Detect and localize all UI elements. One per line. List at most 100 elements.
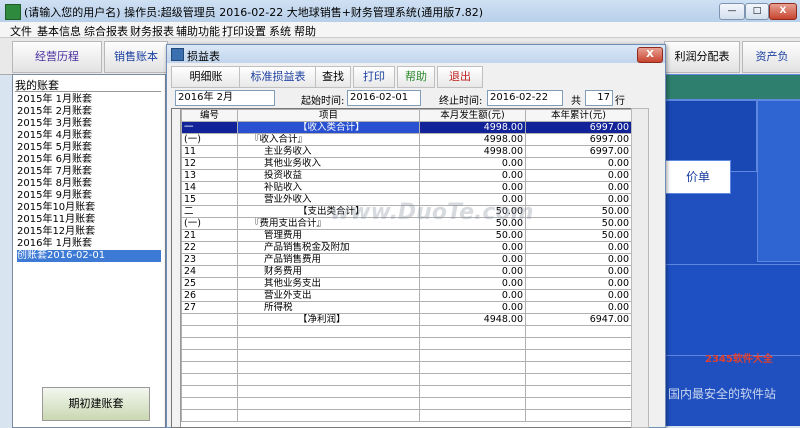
cell-item[interactable]: 财务费用 xyxy=(237,265,420,278)
cell-item[interactable]: 补贴收入 xyxy=(237,181,420,194)
cell-item[interactable]: 所得税 xyxy=(237,301,420,314)
cell-month[interactable]: 0.00 xyxy=(419,265,526,278)
cell-year[interactable]: 6947.00 xyxy=(525,313,632,326)
table-row[interactable]: 13 投资收益 0.00 0.00 xyxy=(181,169,632,182)
cell-year[interactable]: 0.00 xyxy=(525,241,632,254)
menu-system[interactable]: 系统 xyxy=(269,23,291,39)
cell-year[interactable]: 6997.00 xyxy=(525,145,632,158)
cell-code[interactable]: 13 xyxy=(181,169,238,182)
close-button[interactable]: X xyxy=(769,3,797,20)
dialog-close-button[interactable]: X xyxy=(637,47,663,63)
list-item[interactable]: 2015年 1月账套 xyxy=(17,94,161,106)
find-button[interactable]: 查找 xyxy=(315,66,351,88)
table-row[interactable]: 24 财务费用 0.00 0.00 xyxy=(181,265,632,278)
maximize-button[interactable]: □ xyxy=(745,3,769,20)
table-row[interactable]: 一【收入类合计】 4998.00 6997.00 xyxy=(181,121,632,134)
col-header-month[interactable]: 本月发生额(元) xyxy=(419,109,526,122)
cell-code[interactable]: 27 xyxy=(181,301,238,314)
table-row[interactable]: (一) 『收入合计』 4998.00 6997.00 xyxy=(181,133,632,146)
menu-help[interactable]: 帮助 xyxy=(294,23,316,39)
cell-year[interactable]: 50.00 xyxy=(525,205,632,218)
history-button[interactable]: 经营历程 xyxy=(12,41,102,73)
table-row[interactable]: 27 所得税 0.00 0.00 xyxy=(181,301,632,314)
cell-item[interactable]: 【收入类合计】 xyxy=(237,121,420,134)
cell-year[interactable]: 6997.00 xyxy=(525,121,632,134)
cell-item[interactable]: 产品销售费用 xyxy=(237,253,420,266)
cell-month[interactable]: 4998.00 xyxy=(419,121,526,134)
list-item[interactable]: 2015年 9月账套 xyxy=(17,190,161,202)
list-item[interactable]: 2015年 5月账套 xyxy=(17,142,161,154)
tab-detail-ledger[interactable]: 明细账 xyxy=(171,66,241,88)
start-date-field[interactable]: 2016-02-01 xyxy=(347,90,421,106)
cell-year[interactable]: 0.00 xyxy=(525,289,632,302)
table-row[interactable]: 21 管理费用 50.00 50.00 xyxy=(181,229,632,242)
cell-month[interactable]: 0.00 xyxy=(419,241,526,254)
cell-year[interactable]: 0.00 xyxy=(525,181,632,194)
cell-month[interactable]: 0.00 xyxy=(419,181,526,194)
table-row[interactable]: 23 产品销售费用 0.00 0.00 xyxy=(181,253,632,266)
cell-year[interactable]: 0.00 xyxy=(525,277,632,290)
help-button[interactable]: 帮助 xyxy=(397,66,435,88)
cell-month[interactable]: 0.00 xyxy=(419,253,526,266)
list-item[interactable]: 2015年12月账套 xyxy=(17,226,161,238)
list-item-selected[interactable]: 创账套2016-02-01 xyxy=(17,250,161,262)
cell-code[interactable]: 15 xyxy=(181,193,238,206)
exit-button[interactable]: 退出 xyxy=(437,66,483,88)
cell-code[interactable]: 二 xyxy=(181,205,238,218)
cell-month[interactable]: 0.00 xyxy=(419,157,526,170)
menu-reports[interactable]: 综合报表 xyxy=(84,23,128,39)
list-item[interactable]: 2015年10月账套 xyxy=(17,202,161,214)
menu-tools[interactable]: 辅助功能 xyxy=(176,23,220,39)
cell-code[interactable]: 11 xyxy=(181,145,238,158)
list-item[interactable]: 2015年11月账套 xyxy=(17,214,161,226)
cell-year[interactable]: 0.00 xyxy=(525,169,632,182)
end-date-field[interactable]: 2016-02-22 xyxy=(487,90,563,106)
period-field[interactable]: 2016年 2月 xyxy=(175,90,275,106)
cell-year[interactable]: 50.00 xyxy=(525,229,632,242)
cell-code[interactable]: (一) xyxy=(181,133,238,146)
cell-year[interactable]: 0.00 xyxy=(525,265,632,278)
minimize-button[interactable]: — xyxy=(719,3,745,20)
list-item[interactable]: 2015年 7月账套 xyxy=(17,166,161,178)
cell-code[interactable]: 23 xyxy=(181,253,238,266)
menu-print-settings[interactable]: 打印设置 xyxy=(222,23,266,39)
price-list-tile[interactable]: 价单 xyxy=(665,160,731,194)
cell-item[interactable]: 『收入合计』 xyxy=(237,133,420,146)
cell-code[interactable]: 一 xyxy=(181,121,238,134)
cell-year[interactable]: 0.00 xyxy=(525,193,632,206)
cell-year[interactable]: 6997.00 xyxy=(525,133,632,146)
cell-month[interactable]: 0.00 xyxy=(419,169,526,182)
print-button[interactable]: 打印 xyxy=(353,66,395,88)
cell-code[interactable]: 14 xyxy=(181,181,238,194)
table-row[interactable]: 12 其他业务收入 0.00 0.00 xyxy=(181,157,632,170)
col-header-code[interactable]: 编号 xyxy=(181,109,238,122)
cell-month[interactable]: 4948.00 xyxy=(419,313,526,326)
list-item[interactable]: 2015年 6月账套 xyxy=(17,154,161,166)
cell-item[interactable]: 其他业务收入 xyxy=(237,157,420,170)
col-header-item[interactable]: 项目 xyxy=(237,109,420,122)
table-row[interactable]: 14 补贴收入 0.00 0.00 xyxy=(181,181,632,194)
tab-standard-statement[interactable]: 标准损益表 xyxy=(239,66,317,88)
cell-code[interactable] xyxy=(181,313,238,326)
cell-code[interactable]: 12 xyxy=(181,157,238,170)
cell-code[interactable]: 22 xyxy=(181,241,238,254)
list-item[interactable]: 2016年 1月账套 xyxy=(17,238,161,250)
initial-account-button[interactable]: 期初建账套 xyxy=(42,387,150,421)
cell-item[interactable]: 管理费用 xyxy=(237,229,420,242)
cell-code[interactable]: 26 xyxy=(181,289,238,302)
cell-code[interactable]: 21 xyxy=(181,229,238,242)
assets-button[interactable]: 资产负 xyxy=(742,41,800,73)
list-item[interactable]: 2015年 8月账套 xyxy=(17,178,161,190)
grid-scrollbar[interactable] xyxy=(631,108,649,428)
col-header-year[interactable]: 本年累计(元) xyxy=(525,109,632,122)
cell-item[interactable]: 营业外支出 xyxy=(237,289,420,302)
cell-month[interactable]: 50.00 xyxy=(419,229,526,242)
list-item[interactable]: 2015年 3月账套 xyxy=(17,118,161,130)
cell-year[interactable]: 0.00 xyxy=(525,157,632,170)
cell-month[interactable]: 0.00 xyxy=(419,301,526,314)
table-row[interactable]: 11 主业务收入 4998.00 6997.00 xyxy=(181,145,632,158)
cell-item[interactable]: 主业务收入 xyxy=(237,145,420,158)
menu-file[interactable]: 文件 xyxy=(10,23,32,39)
menu-finance-reports[interactable]: 财务报表 xyxy=(130,23,174,39)
cell-code[interactable]: 24 xyxy=(181,265,238,278)
